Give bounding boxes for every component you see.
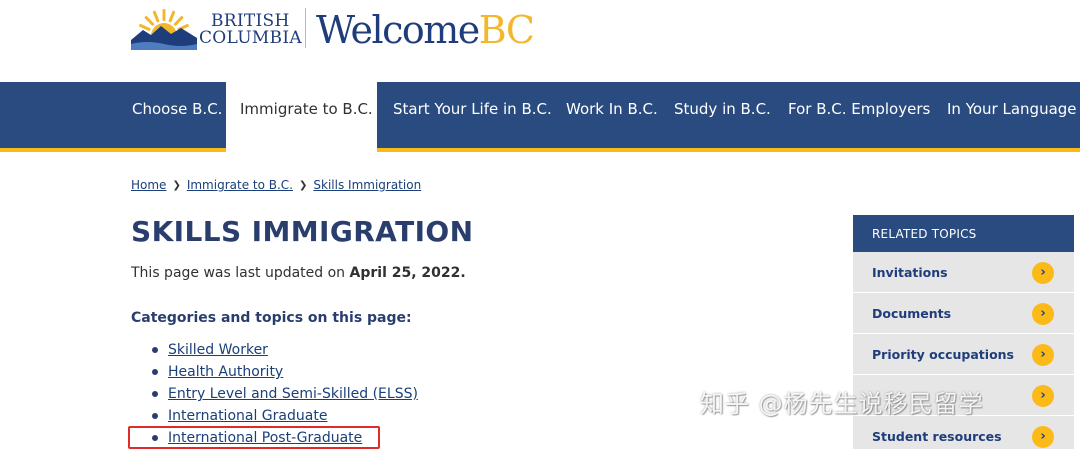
nav-item-immigrate-to-bc[interactable]: Immigrate to B.C. bbox=[226, 82, 377, 152]
list-item: Skilled Worker bbox=[150, 341, 418, 363]
bullet-icon bbox=[152, 413, 158, 419]
welcomebc-logo-part2: BC bbox=[478, 8, 535, 52]
breadcrumb-immigrate-link[interactable]: Immigrate to B.C. bbox=[187, 178, 293, 192]
nav-item-in-your-language[interactable]: In Your Language bbox=[947, 82, 1077, 148]
categories-heading: Categories and topics on this page: bbox=[131, 310, 412, 326]
bc-government-logo-icon[interactable] bbox=[131, 6, 197, 50]
nav-item-choose-bc[interactable]: Choose B.C. bbox=[132, 82, 222, 148]
breadcrumb: Home ❯ Immigrate to B.C. ❯ Skills Immigr… bbox=[131, 178, 421, 192]
related-item-label: Student resources bbox=[872, 429, 1002, 444]
last-updated-date: April 25, 2022. bbox=[349, 265, 466, 281]
page-title: SKILLS IMMIGRATION bbox=[131, 215, 474, 248]
bc-wordmark: BRITISH COLUMBIA bbox=[199, 13, 302, 47]
related-item-documents[interactable]: Documents › bbox=[853, 293, 1074, 334]
main-nav: Choose B.C. Immigrate to B.C. Start Your… bbox=[0, 82, 1080, 152]
logo-divider bbox=[305, 8, 306, 48]
related-item-student-resources[interactable]: Student resources › bbox=[853, 416, 1074, 449]
breadcrumb-skills-immigration-link[interactable]: Skills Immigration bbox=[313, 178, 421, 192]
topic-link-international-graduate[interactable]: International Graduate bbox=[168, 408, 327, 424]
related-item-priority-occupations[interactable]: Priority occupations › bbox=[853, 334, 1074, 375]
site-header: BRITISH COLUMBIA WelcomeBC bbox=[0, 0, 1080, 82]
chevron-right-icon: ❯ bbox=[299, 179, 308, 191]
breadcrumb-home-link[interactable]: Home bbox=[131, 178, 166, 192]
topic-link-elss[interactable]: Entry Level and Semi-Skilled (ELSS) bbox=[168, 386, 418, 402]
nav-item-work-in-bc[interactable]: Work In B.C. bbox=[566, 82, 658, 148]
arrow-right-circle-icon: › bbox=[1032, 385, 1054, 407]
nav-item-start-your-life[interactable]: Start Your Life in B.C. bbox=[393, 82, 552, 148]
bullet-icon bbox=[152, 391, 158, 397]
zhihu-watermark: 知乎 @杨先生说移民留学 bbox=[700, 390, 984, 418]
list-item: Health Authority bbox=[150, 363, 418, 385]
arrow-right-circle-icon: › bbox=[1032, 303, 1054, 325]
last-updated-text: This page was last updated on April 25, … bbox=[131, 265, 466, 281]
bullet-icon bbox=[152, 369, 158, 375]
arrow-right-circle-icon: › bbox=[1032, 262, 1054, 284]
last-updated-prefix: This page was last updated on bbox=[131, 265, 350, 281]
chevron-right-icon: ❯ bbox=[172, 179, 181, 191]
related-item-invitations[interactable]: Invitations › bbox=[853, 252, 1074, 293]
topic-link-health-authority[interactable]: Health Authority bbox=[168, 364, 283, 380]
related-topics-header: RELATED TOPICS bbox=[853, 215, 1074, 252]
nav-item-study-in-bc[interactable]: Study in B.C. bbox=[674, 82, 771, 148]
bullet-icon bbox=[152, 347, 158, 353]
related-item-label: Priority occupations bbox=[872, 347, 1014, 362]
arrow-right-circle-icon: › bbox=[1032, 344, 1054, 366]
nav-item-for-employers[interactable]: For B.C. Employers bbox=[788, 82, 930, 148]
topic-link-skilled-worker[interactable]: Skilled Worker bbox=[168, 342, 268, 358]
related-item-label: Documents bbox=[872, 306, 952, 321]
related-item-label: Invitations bbox=[872, 265, 948, 280]
welcomebc-logo-part1: Welcome bbox=[316, 8, 480, 52]
welcomebc-logo[interactable]: WelcomeBC bbox=[316, 5, 535, 55]
bc-wordmark-line2: COLUMBIA bbox=[199, 28, 302, 48]
annotation-highlight-box bbox=[128, 426, 380, 449]
arrow-right-circle-icon: › bbox=[1032, 426, 1054, 448]
list-item: Entry Level and Semi-Skilled (ELSS) bbox=[150, 385, 418, 407]
